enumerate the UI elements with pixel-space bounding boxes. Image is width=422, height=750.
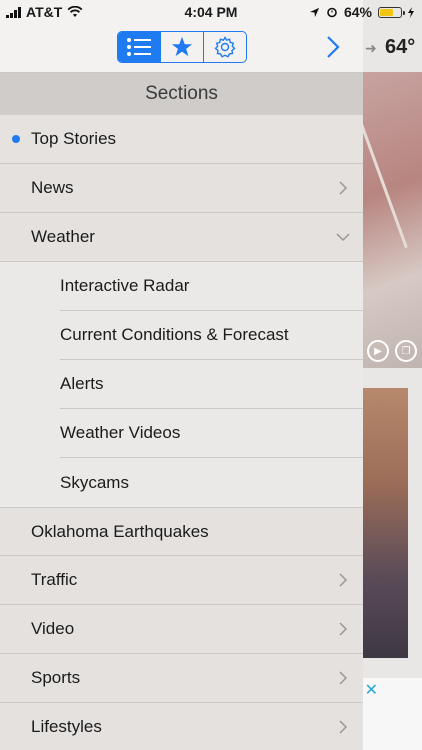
gear-icon [214,36,236,58]
battery-icon [378,6,405,18]
chevron-down-icon [335,229,351,245]
chevron-right-icon [335,719,351,735]
section-item-traffic[interactable]: Traffic [0,556,363,605]
view-switcher [117,31,247,63]
background-photo [363,72,422,368]
section-label: Video [31,619,75,638]
section-item-current-conditions[interactable]: Current Conditions & Forecast [60,311,363,360]
section-item-video[interactable]: Video [0,605,363,654]
section-item-sports[interactable]: Sports [0,654,363,703]
wind-arrow-icon: ➜ [365,40,377,56]
status-bar: AT&T 4:04 PM 64% [0,0,422,24]
section-label: Skycams [60,472,129,492]
location-icon [309,7,320,17]
section-label: Lifestyles [31,717,102,736]
sections-list: Top Stories News Weather Interactive Rad… [0,115,363,750]
section-item-alerts[interactable]: Alerts [60,360,363,409]
chevron-right-icon [335,670,351,686]
section-label: Sports [31,668,81,687]
star-icon [171,36,193,57]
charging-bolt-icon [408,6,414,18]
section-item-weather[interactable]: Weather [0,213,363,262]
section-label: Weather Videos [60,423,181,442]
weather-subsections: Interactive Radar Current Conditions & F… [0,262,363,507]
section-item-weather-videos[interactable]: Weather Videos [60,409,363,458]
background-app: ➜ 64° ▶ ❐ ✕ [363,0,422,750]
section-item-skycams[interactable]: Skycams [60,458,363,507]
section-label: News [31,178,74,197]
section-label: Interactive Radar [60,276,190,295]
chevron-right-icon [335,572,351,588]
tab-sections-list[interactable] [118,32,161,62]
close-ad-icon[interactable]: ✕ [365,680,378,700]
sections-title: Sections [0,73,363,115]
section-item-oklahoma-earthquakes[interactable]: Oklahoma Earthquakes [0,507,363,556]
battery-percent: 64% [343,4,372,20]
section-label: Top Stories [31,129,117,148]
selected-indicator-icon [12,135,20,143]
list-icon [127,38,151,56]
sections-drawer: Sections Top Stories News Weather Intera… [0,0,363,750]
video-icon[interactable]: ▶ [367,340,389,362]
chevron-right-icon [335,180,351,196]
gallery-icon[interactable]: ❐ [395,340,417,362]
background-photo [363,388,408,658]
tab-favorites[interactable] [161,32,204,62]
close-drawer-button[interactable] [318,30,348,64]
tab-settings[interactable] [204,32,246,62]
temperature-readout: 64° [385,36,416,58]
section-label: Oklahoma Earthquakes [31,521,209,541]
alarm-icon [327,7,337,18]
section-label: Current Conditions & Forecast [60,325,289,344]
section-label: Alerts [60,374,104,393]
section-label: Weather [31,227,95,246]
chevron-right-icon [327,36,340,58]
chevron-right-icon [335,621,351,637]
section-item-top-stories[interactable]: Top Stories [0,115,363,164]
section-item-interactive-radar[interactable]: Interactive Radar [60,262,363,311]
section-item-lifestyles[interactable]: Lifestyles [0,703,363,750]
section-item-news[interactable]: News [0,164,363,213]
section-label: Traffic [31,570,78,589]
